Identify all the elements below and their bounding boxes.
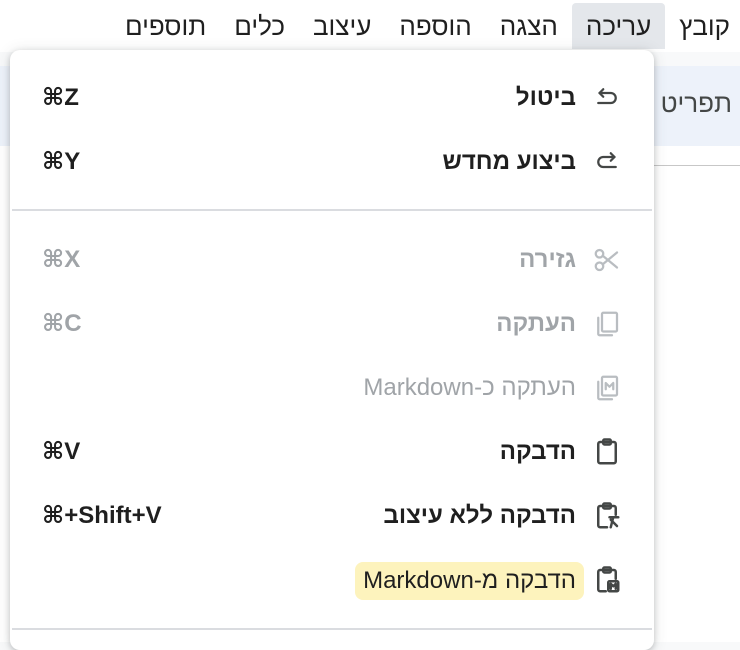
shortcut-label: ⌘+Shift+V	[42, 502, 162, 529]
menu-separator	[12, 628, 652, 630]
menubar-items: קובץ עריכה הצגה הוספה עיצוב כלים תוספים	[111, 3, 740, 49]
menu-item-redo[interactable]: ביצוע מחדש ⌘Y	[10, 132, 654, 192]
menu-item-label: גזירה	[519, 246, 576, 273]
shortcut-label: ⌘C	[42, 310, 82, 337]
edit-menu-dropdown: ביטול ⌘Z ביצוע מחדש ⌘Y גזירה ⌘X העתקה ⌘C…	[10, 50, 654, 650]
menu-item-label: ביצוע מחדש	[442, 148, 577, 175]
menu-item-paste-without-formatting[interactable]: הדבקה ללא עיצוב ⌘+Shift+V	[10, 486, 654, 546]
menu-item-paste-from-markdown[interactable]: הדבקה מ-Markdown	[10, 550, 654, 610]
menu-format[interactable]: עיצוב	[299, 3, 385, 49]
clipboard-icon	[592, 437, 622, 467]
clipboard-clear-format-icon	[592, 501, 622, 531]
menu-separator	[12, 209, 652, 211]
shortcut-label: ⌘Y	[42, 148, 81, 175]
copy-icon	[592, 309, 622, 339]
shortcut-label: ⌘V	[42, 438, 81, 465]
document-divider	[654, 165, 740, 166]
menubar: קובץ עריכה הצגה הוספה עיצוב כלים תוספים	[0, 0, 740, 52]
menu-item-label: ביטול	[515, 84, 576, 111]
menu-item-cut[interactable]: גזירה ⌘X	[10, 230, 654, 290]
menu-item-copy[interactable]: העתקה ⌘C	[10, 294, 654, 354]
menu-item-label: העתקה	[496, 310, 576, 337]
menu-item-label: הדבקה	[499, 438, 576, 465]
menu-extensions[interactable]: תוספים	[111, 3, 220, 49]
menu-item-label: הדבקה ללא עיצוב	[383, 502, 576, 529]
menu-tools[interactable]: כלים	[220, 3, 299, 49]
menu-item-label: העתקה כ-Markdown	[363, 374, 576, 401]
menu-item-label: הדבקה מ-Markdown	[355, 562, 584, 600]
menu-view[interactable]: הצגה	[486, 3, 572, 49]
menu-item-copy-as-markdown[interactable]: העתקה כ-Markdown	[10, 358, 654, 418]
menu-item-undo[interactable]: ביטול ⌘Z	[10, 68, 654, 128]
redo-icon	[592, 147, 622, 177]
scissors-icon	[592, 245, 622, 275]
menu-item-paste[interactable]: הדבקה ⌘V	[10, 422, 654, 482]
clipboard-markdown-icon	[592, 565, 622, 595]
copy-markdown-icon	[592, 373, 622, 403]
shortcut-label: ⌘Z	[42, 84, 79, 111]
menu-edit[interactable]: עריכה	[571, 3, 666, 49]
menu-file[interactable]: קובץ	[665, 3, 740, 49]
undo-icon	[592, 83, 622, 113]
menu-insert[interactable]: הוספה	[385, 3, 485, 49]
toolbar-menu-label[interactable]: תפריט	[661, 88, 732, 119]
shortcut-label: ⌘X	[42, 246, 81, 273]
